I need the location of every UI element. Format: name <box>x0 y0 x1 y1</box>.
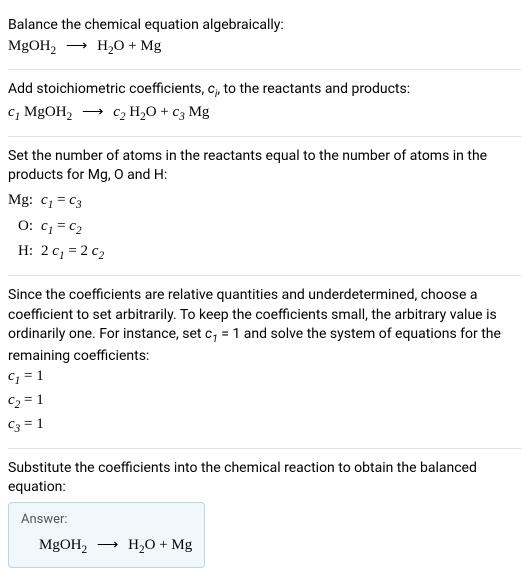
r2-val: = 1 <box>20 392 43 408</box>
eq-o: c1 = c2 <box>41 216 104 240</box>
ci-c: c <box>208 81 215 97</box>
o-rc: c <box>69 218 76 234</box>
problem-prompt: Balance the chemical equation algebraica… <box>8 16 521 36</box>
sp1: MgOH <box>20 104 66 120</box>
answer-intro: Substitute the coefficients into the che… <box>8 459 521 498</box>
ans-rhs-h: H <box>128 537 139 553</box>
coef-equation: c1 MgOH2 ⟶ c2 H2O + c3 Mg <box>8 102 521 126</box>
ans-rhs-rest: O + Mg <box>145 537 193 553</box>
mg-rsub: 3 <box>76 199 82 211</box>
section-add-coefficients: Add stoichiometric coefficients, ci, to … <box>8 70 521 136</box>
c2: c2 <box>113 104 125 120</box>
text-part1: Add stoichiometric coefficients, <box>8 81 208 97</box>
sp2b: O + <box>146 104 173 120</box>
o-rsub: 2 <box>76 225 82 237</box>
answer-label: Answer: <box>21 511 192 529</box>
mg-lc: c <box>41 192 48 208</box>
section-solve: Since the coefficients are relative quan… <box>8 276 521 449</box>
c3: c3 <box>173 104 185 120</box>
elem-h: H: <box>8 241 33 265</box>
elem-mg: Mg: <box>8 190 33 214</box>
o-eq: = <box>53 218 69 234</box>
atom-balance-intro: Set the number of atoms in the reactants… <box>8 147 521 186</box>
result-c2: c2 = 1 <box>8 390 521 414</box>
ans-lhs: MgOH2 <box>39 537 87 553</box>
unbalanced-equation: MgOH2 ⟶ H2O + Mg <box>8 36 521 60</box>
text-part2: , to the reactants and products: <box>217 81 410 97</box>
mg-rc: c <box>69 192 76 208</box>
reaction-arrow: ⟶ <box>66 38 88 54</box>
ans-lhs-t: MgOH <box>39 537 82 553</box>
mg-eq: = <box>53 192 69 208</box>
lhs-species: MgOH2 <box>8 38 56 54</box>
ans-arrow: ⟶ <box>97 537 119 553</box>
section-answer: Substitute the coefficients into the che… <box>8 449 521 578</box>
r1-val: = 1 <box>20 368 43 384</box>
c1: c1 <box>8 104 20 120</box>
r2-c: c <box>8 392 15 408</box>
h-lpre: 2 <box>41 243 52 259</box>
rhs-rest: O + Mg <box>114 38 162 54</box>
result-c1: c1 = 1 <box>8 366 521 390</box>
ans-lhs-sub: 2 <box>82 544 88 556</box>
lhs-text: MgOH <box>8 38 51 54</box>
solve-text: Since the coefficients are relative quan… <box>8 286 521 366</box>
answer-box: Answer: MgOH2 ⟶ H2O + Mg <box>8 502 205 568</box>
ans-rhs: H2O + Mg <box>128 537 192 553</box>
r1-c: c <box>8 368 15 384</box>
ci-symbol: ci <box>208 81 218 97</box>
h-eq: = <box>65 243 81 259</box>
c1-c: c <box>8 104 15 120</box>
answer-equation: MgOH2 ⟶ H2O + Mg <box>21 535 192 559</box>
sp3: Mg <box>185 104 210 120</box>
elem-o: O: <box>8 216 33 240</box>
h-lc: c <box>52 243 59 259</box>
add-coef-text: Add stoichiometric coefficients, ci, to … <box>8 80 521 101</box>
lhs-sub: 2 <box>51 45 57 57</box>
r3-c: c <box>8 416 15 432</box>
set-eq: = 1 <box>218 326 241 342</box>
sp2a: H <box>126 104 141 120</box>
set-c: c <box>205 326 212 342</box>
section-atom-balance: Set the number of atoms in the reactants… <box>8 137 521 276</box>
o-lc: c <box>41 218 48 234</box>
atom-balance-table: Mg: c1 = c3 O: c1 = c2 H: 2 c1 = 2 c2 <box>8 190 521 265</box>
reaction-arrow-2: ⟶ <box>82 104 104 120</box>
eq-h: 2 c1 = 2 c2 <box>41 241 104 265</box>
h-rpre: 2 <box>81 243 92 259</box>
rhs-species: H2O + Mg <box>97 38 161 54</box>
section-problem: Balance the chemical equation algebraica… <box>8 6 521 70</box>
eq-mg: c1 = c3 <box>41 190 104 214</box>
c2-c: c <box>113 104 120 120</box>
sp1-sub: 2 <box>67 111 73 123</box>
rhs-h: H <box>97 38 108 54</box>
h-rsub: 2 <box>98 250 104 262</box>
r3-val: = 1 <box>20 416 43 432</box>
result-c3: c3 = 1 <box>8 414 521 438</box>
coef-results: c1 = 1 c2 = 1 c3 = 1 <box>8 366 521 437</box>
